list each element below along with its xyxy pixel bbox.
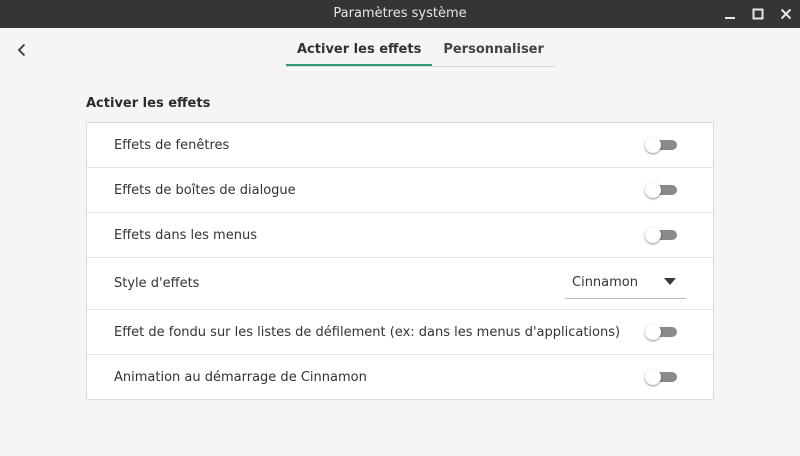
toggle-knob	[645, 369, 661, 385]
window-title: Paramètres système	[333, 6, 467, 21]
tab-personnaliser[interactable]: Personnaliser	[432, 36, 555, 64]
setting-row-scroll-fade: Effet de fondu sur les listes de défilem…	[87, 310, 713, 355]
title-bar: Paramètres système	[0, 0, 800, 28]
setting-label: Effet de fondu sur les listes de défilem…	[114, 324, 621, 340]
menu-effects-toggle[interactable]	[645, 227, 677, 243]
effects-settings-list: Effets de fenêtres Effets de boîtes de d…	[86, 122, 714, 400]
effects-style-dropdown[interactable]: Cinnamon	[565, 266, 686, 299]
setting-label: Animation au démarrage de Cinnamon	[114, 369, 367, 385]
settings-window: Paramètres système Activer les effets Pe…	[0, 0, 800, 456]
tab-activer-les-effets[interactable]: Activer les effets	[286, 36, 433, 66]
caret-down-icon	[664, 278, 676, 285]
setting-row-menu-effects: Effets dans les menus	[87, 213, 713, 258]
maximize-icon	[752, 8, 764, 20]
scroll-fade-toggle[interactable]	[645, 324, 677, 340]
dialog-effects-toggle[interactable]	[645, 182, 677, 198]
setting-label: Effets de fenêtres	[114, 137, 230, 153]
setting-row-effects-style: Style d'effets Cinnamon	[87, 258, 713, 310]
maximize-button[interactable]	[748, 4, 768, 24]
dropdown-selected-value: Cinnamon	[572, 275, 638, 290]
chevron-left-icon	[17, 43, 26, 57]
close-icon	[780, 8, 792, 20]
close-button[interactable]	[776, 4, 796, 24]
minimize-icon	[725, 17, 735, 19]
toggle-knob	[645, 324, 661, 340]
setting-row-window-effects: Effets de fenêtres	[87, 123, 713, 168]
section-title: Activer les effets	[86, 96, 211, 111]
window-effects-toggle[interactable]	[645, 137, 677, 153]
setting-row-startup-animation: Animation au démarrage de Cinnamon	[87, 355, 713, 399]
setting-row-dialog-effects: Effets de boîtes de dialogue	[87, 168, 713, 213]
setting-label: Effets dans les menus	[114, 227, 257, 243]
startup-animation-toggle[interactable]	[645, 369, 677, 385]
toggle-knob	[645, 227, 661, 243]
minimize-button[interactable]	[720, 4, 740, 24]
setting-label: Style d'effets	[114, 276, 200, 291]
tab-bar: Activer les effets Personnaliser	[286, 36, 555, 67]
back-button[interactable]	[12, 40, 32, 60]
setting-label: Effets de boîtes de dialogue	[114, 182, 296, 198]
toggle-knob	[645, 137, 661, 153]
toggle-knob	[645, 182, 661, 198]
